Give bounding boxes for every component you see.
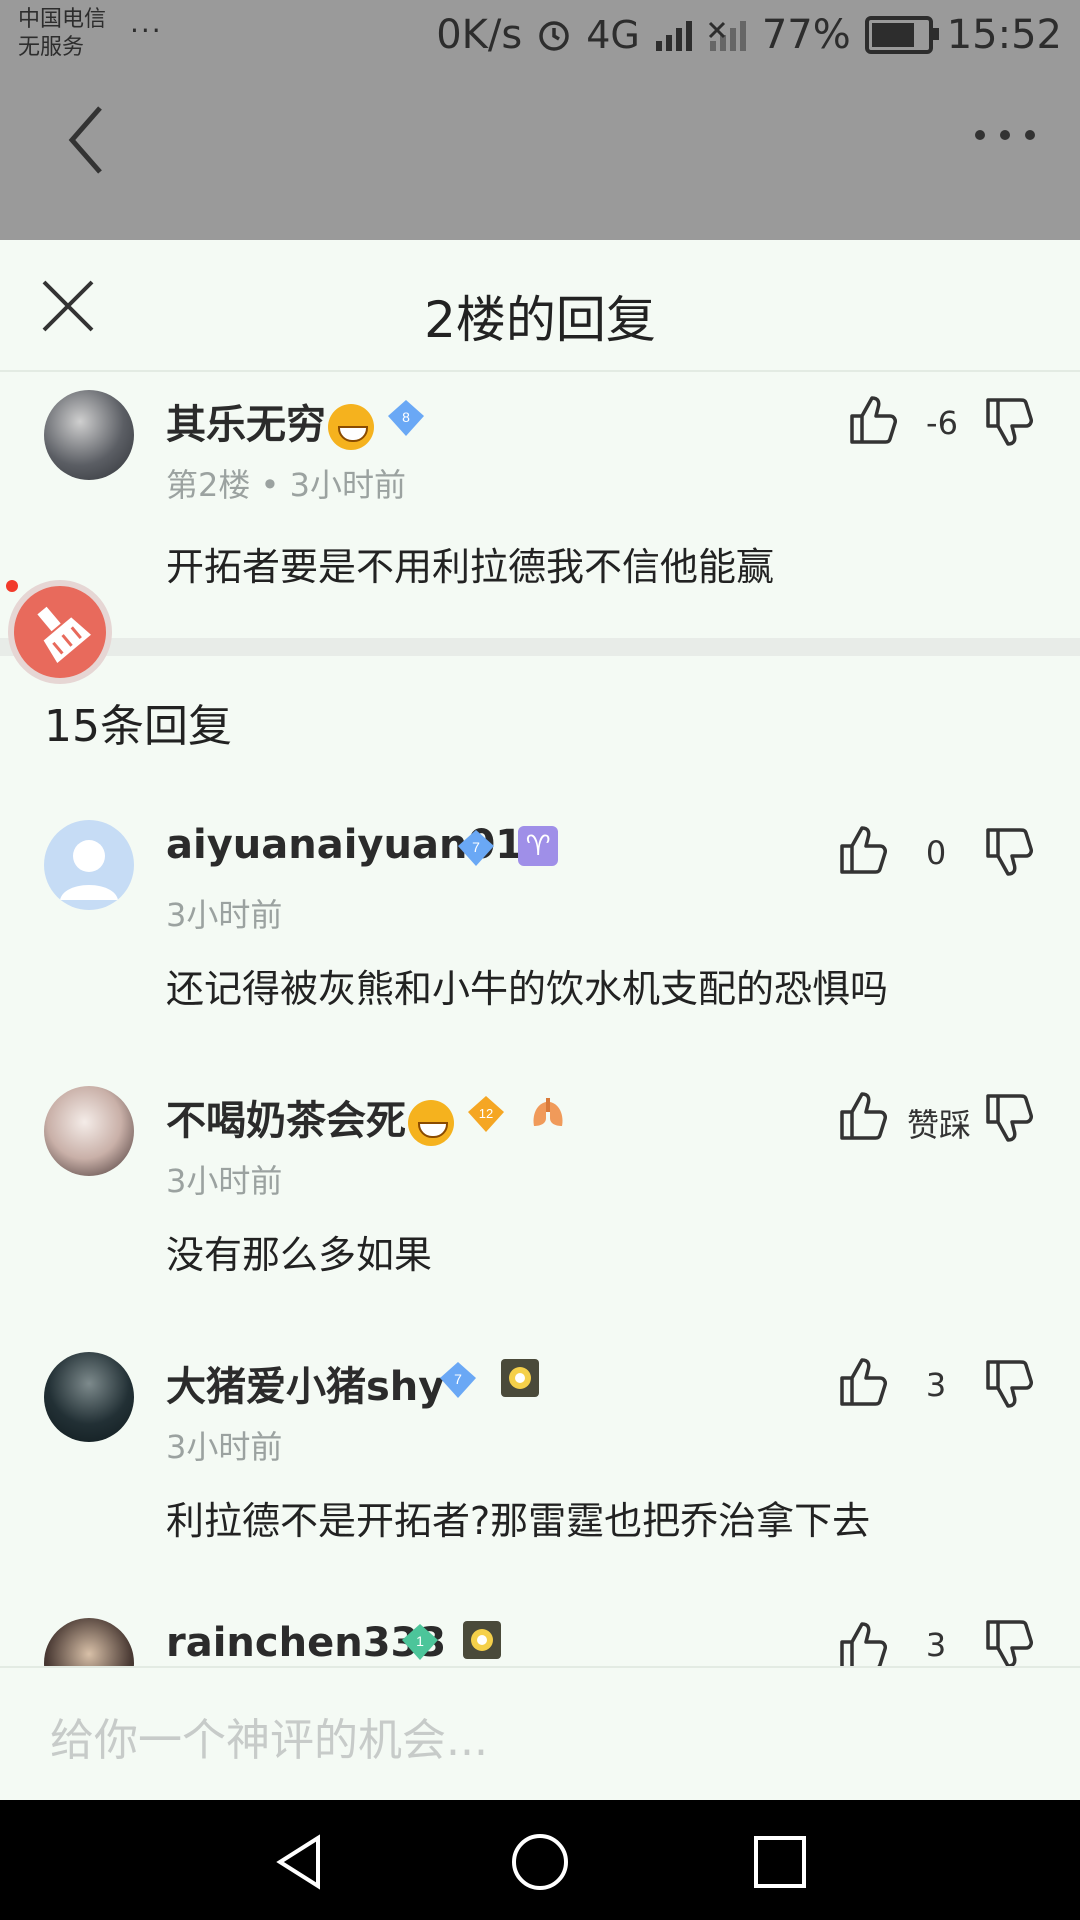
status-more-indicator: ··· — [130, 14, 163, 47]
smile-emoji-icon — [328, 404, 374, 450]
vote-count: -6 — [926, 404, 958, 442]
floating-clean-button[interactable] — [8, 580, 112, 684]
username-row: 其乐无穷 — [166, 392, 374, 450]
replies-count: 15条回复 — [44, 701, 232, 752]
thumbs-down-icon[interactable] — [982, 1358, 1036, 1412]
vote-count: 0 — [925, 834, 947, 872]
thumbs-up-icon[interactable] — [836, 1354, 890, 1408]
level-badge-number: 12 — [479, 1106, 493, 1121]
zodiac-badge-icon: ♈ — [518, 826, 558, 866]
sheet-title: 2楼的回复 — [424, 291, 656, 349]
reply-item: aiyuanaiyuan01 7 ♈ 3小时前 还记得被灰熊和小牛的饮水机支配的… — [0, 820, 1080, 1060]
username-row: 不喝奶茶会死 — [166, 1088, 454, 1146]
alarm-icon — [539, 21, 569, 51]
broom-icon — [37, 606, 91, 663]
comment-text: 还记得被灰熊和小牛的饮水机支配的恐惧吗 — [166, 967, 889, 1011]
lungs-badge-icon — [533, 1098, 563, 1126]
vote-label: 赞踩 — [906, 1106, 971, 1144]
reply-item: 大猪爱小猪shy 7 3小时前 利拉德不是开拓者?那雷霆也把乔治拿下去 3 — [0, 1352, 1080, 1592]
level-badge-number: 1 — [416, 1633, 424, 1649]
vote-count: 3 — [925, 1626, 947, 1664]
nav-back-icon[interactable] — [268, 1830, 332, 1894]
grin-emoji-icon — [408, 1100, 454, 1146]
network-type: 4G — [586, 13, 640, 57]
thumbs-up-icon[interactable] — [836, 1618, 890, 1666]
username[interactable]: 大猪爱小猪shy — [166, 1354, 444, 1412]
username[interactable]: 其乐无穷 — [166, 402, 326, 448]
status-right-group: 0K/s 4G 77% 15:52 — [436, 12, 1062, 58]
section-divider — [0, 638, 1080, 656]
clock: 15:52 — [946, 12, 1062, 58]
avatar[interactable] — [44, 1618, 134, 1666]
main-comment: 其乐无穷 8 第2楼 • 3小时前 开拓者要是不用利拉德我不信他能赢 -6 — [0, 390, 1080, 630]
thumbs-up-icon[interactable] — [836, 1088, 890, 1142]
level-badge-number: 7 — [454, 1371, 462, 1387]
level-badge-number: 8 — [402, 409, 410, 425]
carrier-name: 中国电信 — [18, 7, 107, 32]
thumbs-up-icon[interactable] — [836, 822, 890, 876]
avatar[interactable] — [44, 820, 134, 910]
level-badge: 1 — [402, 1624, 438, 1660]
reply-input[interactable]: 给你一个神评的机会... — [50, 1704, 488, 1768]
level-badge: 8 — [388, 400, 424, 436]
system-navigation-bar — [0, 1800, 1080, 1920]
level-badge: 7 — [458, 830, 494, 866]
network-speed: 0K/s — [436, 12, 523, 58]
comment-text: 开拓者要是不用利拉德我不信他能赢 — [166, 545, 775, 589]
thumbs-up-icon[interactable] — [846, 392, 900, 446]
avatar[interactable] — [44, 1086, 134, 1176]
thumbs-down-icon[interactable] — [982, 826, 1036, 880]
thumbs-down-icon[interactable] — [982, 1618, 1036, 1666]
comment-text: 利拉德不是开拓者?那雷霆也把乔治拿下去 — [166, 1499, 871, 1543]
no-signal-icon — [708, 21, 746, 51]
meta-separator: • — [250, 466, 290, 504]
vote-count: 3 — [925, 1366, 947, 1404]
reply-item: rainchen333 1 3 — [0, 1618, 1080, 1666]
avatar[interactable] — [44, 1352, 134, 1442]
more-options-icon[interactable] — [970, 110, 1040, 160]
thumbs-down-icon[interactable] — [982, 396, 1036, 450]
comment-time: 3小时前 — [166, 1428, 283, 1466]
level-badge: 12 — [468, 1096, 504, 1132]
sheet-header: 2楼的回复 — [0, 240, 1080, 372]
sun-badge-icon — [463, 1621, 501, 1659]
back-arrow-icon[interactable] — [60, 100, 120, 180]
sun-badge-icon — [501, 1359, 539, 1397]
comment-text: 没有那么多如果 — [166, 1233, 433, 1277]
thumbs-down-icon[interactable] — [982, 1092, 1036, 1146]
level-badge: 7 — [440, 1362, 476, 1398]
comment-time: 3小时前 — [166, 896, 283, 934]
signal-icon — [655, 21, 692, 51]
username[interactable]: 不喝奶茶会死 — [166, 1098, 406, 1144]
nav-home-icon[interactable] — [508, 1830, 572, 1894]
reply-item: 不喝奶茶会死 12 3小时前 没有那么多如果 赞踩 — [0, 1086, 1080, 1326]
comment-meta: 第2楼 • 3小时前 — [166, 460, 406, 506]
battery-percent: 77% — [761, 12, 851, 58]
replies-sheet: 2楼的回复 其乐无穷 8 第2楼 • 3小时前 开拓者要是不用利拉德我不信他能赢… — [0, 240, 1080, 1800]
avatar[interactable] — [44, 390, 134, 480]
battery-icon — [864, 16, 939, 54]
floor-label: 第2楼 — [166, 466, 251, 504]
nav-recents-icon[interactable] — [748, 1830, 812, 1894]
default-user-icon — [60, 840, 118, 900]
status-bar: 中国电信 无服务 ··· 0K/s 4G 77% 15:52 — [0, 0, 1080, 74]
comment-time: 3小时前 — [166, 1162, 283, 1200]
reply-input-bar: 给你一个神评的机会... — [0, 1666, 1080, 1802]
level-badge-number: 7 — [472, 839, 480, 855]
carrier-service: 无服务 — [18, 35, 85, 60]
carrier-info: 中国电信 无服务 — [18, 6, 106, 62]
comment-time: 3小时前 — [289, 466, 406, 504]
